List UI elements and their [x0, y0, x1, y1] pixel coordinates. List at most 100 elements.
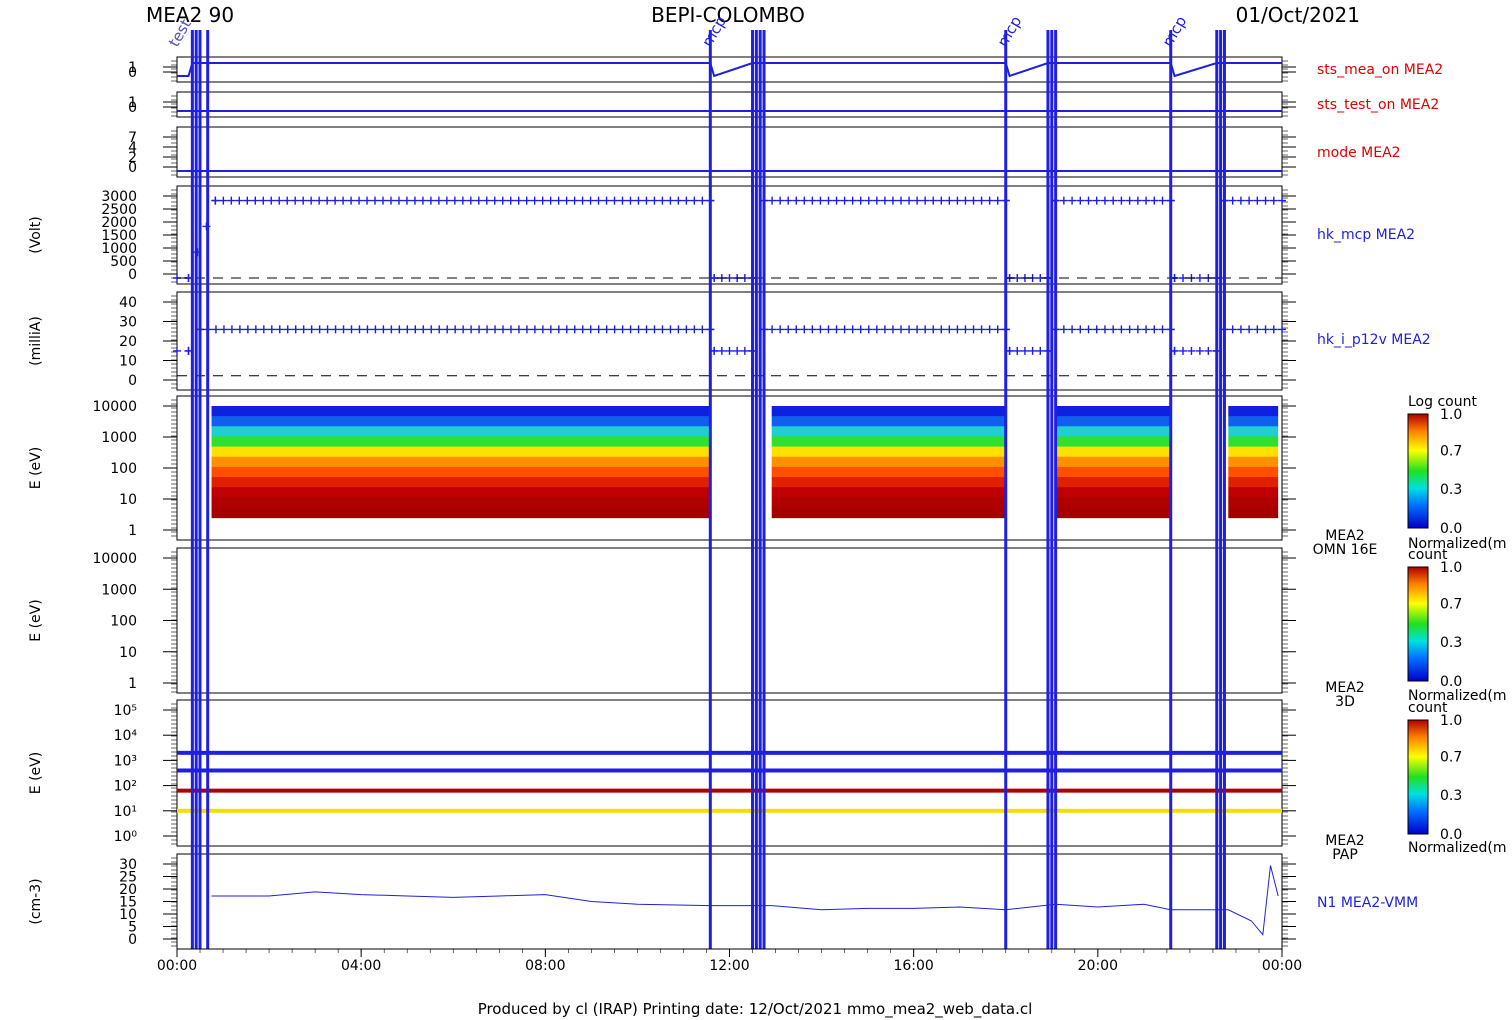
series-point [1142, 325, 1151, 334]
series-point [725, 346, 734, 355]
colorbar-tick-label: 0.7 [1440, 443, 1462, 459]
series-point [1076, 325, 1085, 334]
series-point [792, 325, 801, 334]
series-line [211, 865, 1279, 936]
energy-band [177, 788, 1282, 793]
panel-title: hk_mcp MEA2 [1317, 227, 1415, 243]
series-point [331, 196, 340, 205]
heatmap-cell [1055, 497, 1171, 509]
series-point [491, 325, 500, 334]
heatmap-cell [211, 487, 711, 498]
panel-title: N1 MEA2-VMM [1317, 895, 1418, 911]
series-point [499, 325, 508, 334]
heatmap-cell [1055, 416, 1171, 427]
series-point [506, 196, 515, 205]
panel-pap: 10⁵10⁴10³10²10¹10⁰E (eV)MEA2PAP [28, 699, 1365, 863]
y-tick-label: 40 [119, 295, 137, 311]
heatmap-cell [1055, 466, 1171, 478]
series-point [897, 325, 906, 334]
series-point [586, 196, 595, 205]
series-point [921, 196, 930, 205]
series-point [1068, 325, 1077, 334]
time-axis: 00:00 04:00 08:00 12:00 16:00 20:00 00:00 [157, 948, 1302, 974]
series-point [347, 325, 356, 334]
y-axis-label: E (eV) [28, 752, 44, 794]
series-point [626, 196, 635, 205]
series-point [610, 325, 619, 334]
series-point [466, 196, 475, 205]
series-point [514, 196, 523, 205]
series-point [442, 196, 451, 205]
series-point [840, 325, 849, 334]
series-point [251, 325, 260, 334]
series-point [379, 325, 388, 334]
colorbar-tick-label: 1.0 [1440, 713, 1462, 729]
y-tick-label: 10 [119, 645, 137, 661]
series-point [1150, 325, 1159, 334]
series-point [450, 196, 459, 205]
energy-band [177, 808, 1282, 813]
series-point [650, 196, 659, 205]
heatmap-cell [1228, 507, 1279, 519]
colorbar-omn16e: Log count1.00.70.30.0 [1407, 394, 1477, 537]
panel-sts_test_on: 10 sts_test_on MEA2 [128, 91, 1439, 118]
y-tick-label: 30 [119, 315, 137, 331]
series-point [642, 196, 651, 205]
series-point [1117, 325, 1126, 334]
series-point [913, 325, 922, 334]
panel-title: hk_i_p12v MEA2 [1317, 332, 1431, 348]
series-point [913, 196, 922, 205]
series-point [1245, 196, 1254, 205]
series-point [283, 325, 292, 334]
series-point [530, 196, 539, 205]
series-point [1100, 196, 1109, 205]
heatmap-cell [1228, 426, 1279, 437]
y-axis-label: E (eV) [28, 447, 44, 489]
heatmap-cell [771, 436, 1006, 448]
series-point [921, 325, 930, 334]
colorbar-pap: count1.00.70.30.0 [1407, 700, 1462, 843]
panel-3d: 100001000100101E (eV)MEA23D [28, 547, 1365, 710]
series-point [235, 196, 244, 205]
series-point [650, 325, 659, 334]
series-point [594, 196, 603, 205]
panel-n1: 302520151050(cm-3) N1 MEA2-VMM [28, 853, 1418, 950]
series-point [443, 325, 452, 334]
series-point [211, 196, 220, 205]
series-point [1092, 196, 1101, 205]
series-point [690, 325, 699, 334]
panel-frame [176, 91, 1283, 118]
series-point [235, 325, 244, 334]
series-point [808, 325, 817, 334]
series-point [1068, 196, 1077, 205]
series-point [784, 325, 793, 334]
series-point [642, 325, 651, 334]
colorbar-tick-label: 0.7 [1440, 749, 1462, 765]
time-tick-label: 12:00 [709, 958, 749, 974]
heatmap-cell [211, 507, 711, 519]
y-axis-label: (milliA) [28, 316, 44, 366]
series-point [1204, 346, 1213, 355]
y-tick-label: 100 [110, 614, 137, 630]
series-point [1195, 274, 1204, 282]
series-point [740, 346, 749, 355]
series-point [602, 196, 611, 205]
panel-frame [176, 547, 1283, 694]
series-point [634, 325, 643, 334]
series-point [323, 325, 332, 334]
y-tick-label: 10³ [114, 753, 137, 769]
series-point [864, 325, 873, 334]
series-point [690, 196, 699, 205]
heatmap-cell [771, 477, 1006, 488]
series-point [1253, 196, 1262, 205]
y-tick-label: 10000 [92, 551, 137, 567]
y-tick-label: 1000 [101, 582, 137, 598]
colorbar-caption: Normalized(m [1408, 840, 1507, 856]
series-point [985, 196, 994, 205]
series-point [211, 325, 220, 334]
series-point [848, 196, 857, 205]
colorbar-tick-label: 0.3 [1440, 482, 1462, 498]
series-point [682, 325, 691, 334]
colorbar-3d: count1.00.70.30.0 [1407, 547, 1462, 690]
heatmap-cell [771, 446, 1006, 458]
